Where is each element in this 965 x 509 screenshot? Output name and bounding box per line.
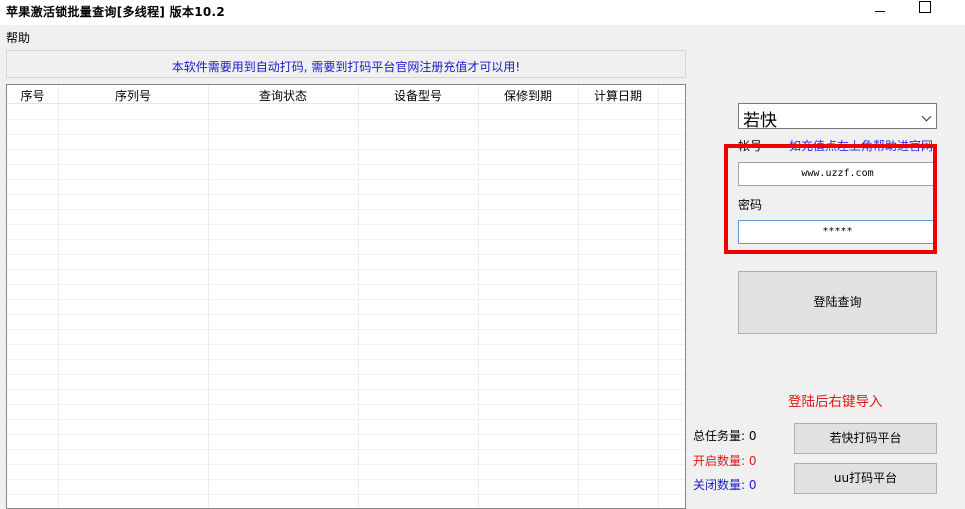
grid-row-divider	[7, 314, 685, 315]
ruokuai-platform-button[interactable]: 若快打码平台	[794, 423, 937, 454]
closed-count: 关闭数量: 0	[693, 478, 757, 492]
grid-row-divider	[7, 149, 685, 150]
grid-row-divider	[7, 419, 685, 420]
grid-row-divider	[7, 359, 685, 360]
grid-row-divider	[7, 464, 685, 465]
platform-select[interactable]: 若快	[738, 103, 937, 131]
total-count: 总任务量: 0	[693, 429, 757, 443]
grid-row-divider	[7, 134, 685, 135]
open-count: 开启数量: 0	[693, 454, 757, 468]
chevron-down-icon	[921, 111, 932, 122]
grid-row-divider	[7, 389, 685, 390]
grid-row-divider	[7, 254, 685, 255]
column-header-calc-date[interactable]: 计算日期	[578, 87, 658, 104]
grid-row-divider	[7, 299, 685, 300]
results-grid[interactable]: 序号 序列号 查询状态 设备型号 保修到期 计算日期	[6, 84, 686, 509]
login-button[interactable]: 登陆查询	[738, 271, 937, 334]
column-header-index[interactable]: 序号	[7, 87, 58, 104]
grid-row-divider	[7, 119, 685, 120]
notice-text: 本软件需要用到自动打码, 需要到打码平台官网注册充值才可以用!	[171, 60, 521, 74]
grid-row-divider	[7, 344, 685, 345]
grid-row-divider	[7, 374, 685, 375]
column-header-status[interactable]: 查询状态	[208, 87, 358, 104]
login-panel: 若快 帐号 如充值点左上角帮助进官网 www.uzzf.com 密码 *****…	[686, 47, 965, 509]
grid-row-divider	[7, 329, 685, 330]
grid-header: 序号 序列号 查询状态 设备型号 保修到期 计算日期	[7, 85, 685, 104]
menu-bar: 帮助	[0, 25, 965, 47]
highlight-frame	[724, 144, 937, 254]
grid-row-divider	[7, 209, 685, 210]
column-header-warranty[interactable]: 保修到期	[478, 87, 578, 104]
column-header-serial[interactable]: 序列号	[58, 87, 208, 104]
maximize-icon[interactable]	[901, 0, 947, 25]
grid-row-divider	[7, 404, 685, 405]
grid-row-divider	[7, 449, 685, 450]
uu-platform-button[interactable]: uu打码平台	[794, 463, 937, 494]
window-title: 苹果激活锁批量查询[多线程] 版本10.2	[6, 5, 226, 19]
grid-row-divider	[7, 269, 685, 270]
grid-row-divider	[7, 284, 685, 285]
grid-row-divider	[7, 239, 685, 240]
minimize-icon[interactable]	[857, 0, 903, 25]
grid-row-divider	[7, 434, 685, 435]
column-header-model[interactable]: 设备型号	[358, 87, 478, 104]
grid-row-divider	[7, 164, 685, 165]
login-hint: 登陆后右键导入	[788, 394, 883, 410]
platform-select-value: 若快	[743, 111, 777, 131]
grid-row-divider	[7, 479, 685, 480]
grid-row-divider	[7, 179, 685, 180]
grid-row-divider	[7, 224, 685, 225]
menu-item-help[interactable]: 帮助	[5, 29, 31, 46]
grid-row-divider	[7, 494, 685, 495]
grid-row-divider	[7, 194, 685, 195]
client-area: 本软件需要用到自动打码, 需要到打码平台官网注册充值才可以用! 序号 序列号 查…	[0, 47, 965, 509]
notice-panel: 本软件需要用到自动打码, 需要到打码平台官网注册充值才可以用!	[6, 50, 686, 78]
title-bar: 苹果激活锁批量查询[多线程] 版本10.2	[0, 0, 965, 25]
